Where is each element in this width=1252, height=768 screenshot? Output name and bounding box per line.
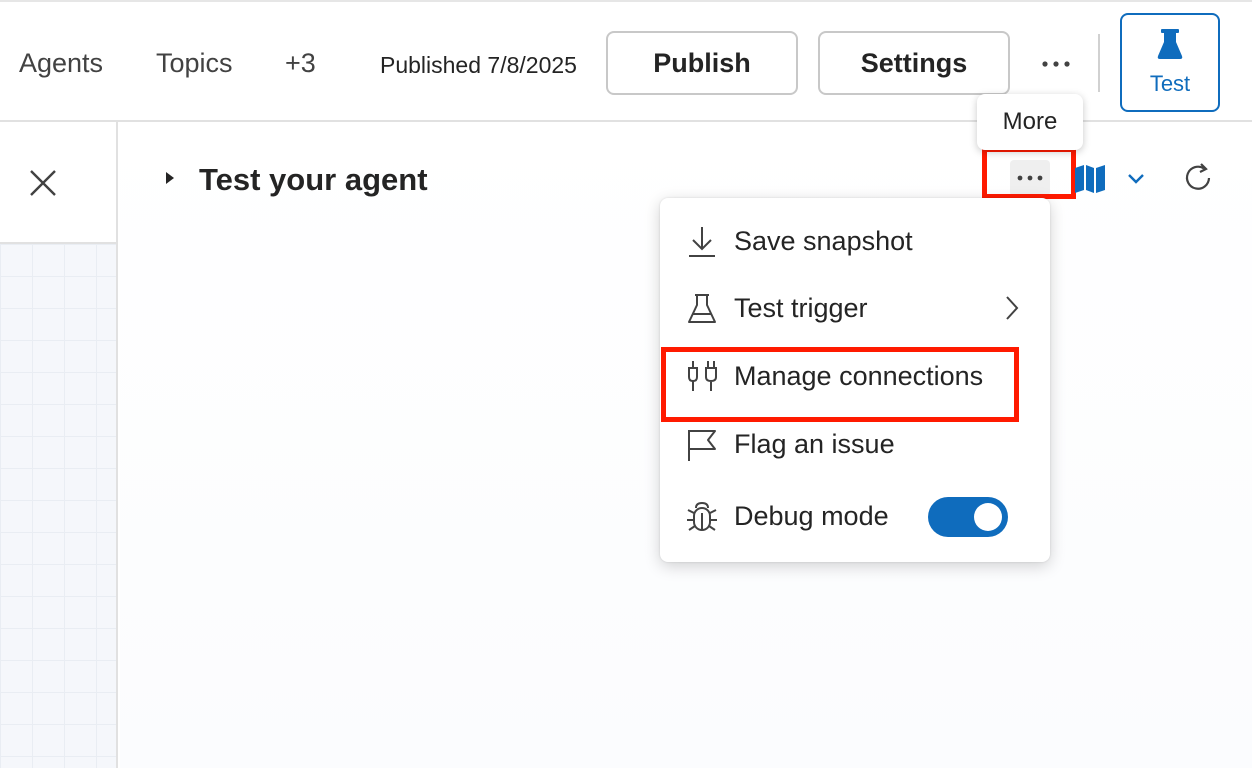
more-horizontal-icon[interactable] bbox=[1036, 46, 1076, 82]
more-tooltip: More bbox=[977, 94, 1083, 150]
left-panel bbox=[0, 122, 118, 768]
toggle-knob bbox=[974, 503, 1002, 531]
debug-mode-toggle[interactable] bbox=[928, 497, 1008, 537]
menu-item-test-trigger[interactable]: Test trigger bbox=[660, 279, 1050, 339]
settings-button[interactable]: Settings bbox=[818, 31, 1010, 95]
beaker-icon bbox=[684, 291, 720, 327]
flag-icon bbox=[684, 427, 720, 463]
collapse-caret-icon[interactable] bbox=[166, 172, 174, 184]
menu-item-flag-issue[interactable]: Flag an issue bbox=[660, 415, 1050, 475]
chevron-down-icon[interactable] bbox=[1126, 172, 1146, 191]
map-icon[interactable] bbox=[1074, 164, 1106, 199]
manage-connections-highlight bbox=[661, 347, 1019, 422]
publish-button[interactable]: Publish bbox=[606, 31, 798, 95]
test-button-label: Test bbox=[1149, 71, 1191, 96]
bug-icon bbox=[684, 499, 720, 535]
test-pane-title: Test your agent bbox=[199, 162, 428, 197]
published-status: Published 7/8/2025 bbox=[380, 52, 577, 78]
download-icon bbox=[684, 224, 720, 260]
canvas-grid[interactable] bbox=[0, 244, 116, 768]
flask-icon bbox=[1156, 28, 1184, 65]
menu-item-label: Flag an issue bbox=[734, 429, 895, 459]
nav-agents[interactable]: Agents bbox=[19, 48, 103, 79]
refresh-icon[interactable] bbox=[1181, 161, 1215, 200]
more-button-highlight bbox=[982, 147, 1076, 199]
chevron-right-icon bbox=[1004, 295, 1020, 326]
test-button[interactable]: Test bbox=[1120, 13, 1220, 112]
menu-item-label: Debug mode bbox=[734, 501, 889, 531]
nav-more-count[interactable]: +3 bbox=[285, 48, 316, 79]
menu-item-debug-mode[interactable]: Debug mode bbox=[660, 487, 1050, 547]
menu-item-label: Test trigger bbox=[734, 293, 868, 323]
menu-item-save-snapshot[interactable]: Save snapshot bbox=[660, 212, 1050, 272]
menu-item-label: Save snapshot bbox=[734, 226, 913, 256]
close-icon[interactable] bbox=[26, 166, 60, 200]
toolbar-divider bbox=[1098, 34, 1100, 92]
nav-topics[interactable]: Topics bbox=[156, 48, 233, 79]
